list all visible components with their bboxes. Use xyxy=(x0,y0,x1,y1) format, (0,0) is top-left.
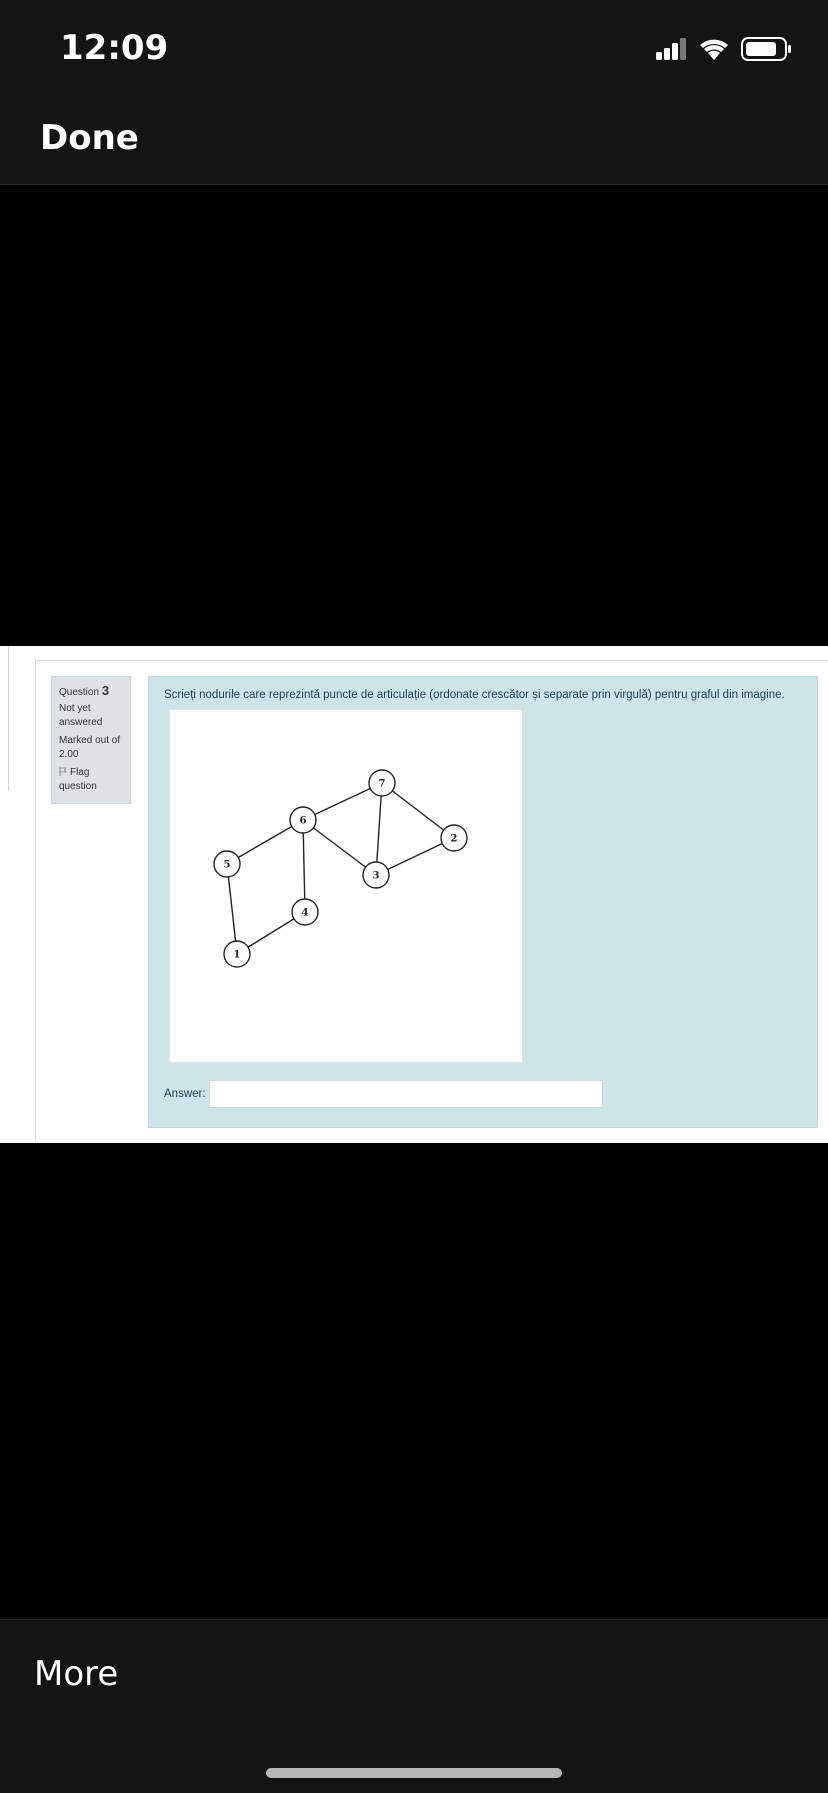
question-content: Scrieți nodurile care reprezintă puncte … xyxy=(148,676,818,1128)
graph-node-5: 5 xyxy=(213,850,241,878)
more-button[interactable]: More xyxy=(34,1654,118,1694)
graph-edge-7-3 xyxy=(375,782,383,876)
graph-edge-4-6 xyxy=(302,819,306,913)
graph-node-label: 7 xyxy=(379,779,386,790)
graph-node-label: 6 xyxy=(300,816,307,827)
question-heading: Question 3 xyxy=(59,683,123,698)
home-indicator xyxy=(266,1768,562,1778)
graph-node-2: 2 xyxy=(440,824,468,852)
flag-question-link[interactable]: Flag question xyxy=(59,766,123,794)
graph-node-label: 5 xyxy=(224,860,231,871)
question-marks: Marked out of 2.00 xyxy=(59,735,121,760)
flag-icon xyxy=(59,767,67,776)
nav-bar: Done xyxy=(0,96,828,185)
wifi-icon xyxy=(700,39,728,60)
graph-node-label: 3 xyxy=(373,871,380,882)
question-number: 3 xyxy=(101,683,110,698)
quiz-screenshot: Question 3 Not yet answered Marked out o… xyxy=(0,646,828,1143)
question-state: Not yet answered xyxy=(59,703,103,728)
graph-node-1: 1 xyxy=(223,940,251,968)
question-info-panel: Question 3 Not yet answered Marked out o… xyxy=(51,676,131,804)
bottom-bar: More xyxy=(0,1619,828,1793)
status-icons xyxy=(656,37,791,61)
graph-node-label: 1 xyxy=(234,950,241,961)
graph-image: 1 2 3 4 5 6 7 xyxy=(169,709,523,1063)
done-button[interactable]: Done xyxy=(40,118,139,158)
graph-edges xyxy=(226,782,455,955)
graph-node-3: 3 xyxy=(362,861,390,889)
graph-diagram: 1 2 3 4 5 6 7 xyxy=(213,769,468,968)
clock-time: 12:09 xyxy=(60,28,169,68)
status-bar: 12:09 xyxy=(0,0,828,96)
graph-node-label: 2 xyxy=(451,834,458,845)
cellular-signal-icon xyxy=(656,38,686,60)
graph-node-7: 7 xyxy=(368,769,396,797)
graph-node-4: 4 xyxy=(291,898,319,926)
graph-edge-6-3 xyxy=(302,819,377,876)
graph-nodes: 1 2 3 4 5 6 7 xyxy=(213,769,468,968)
battery-icon xyxy=(741,37,791,61)
graph-node-6: 6 xyxy=(289,806,317,834)
answer-input[interactable] xyxy=(209,1080,603,1108)
question-text: Scrieți nodurile care reprezintă puncte … xyxy=(164,689,785,701)
graph-node-label: 4 xyxy=(302,908,309,919)
answer-label: Answer: xyxy=(164,1088,206,1100)
left-panel-edge xyxy=(0,646,9,791)
question-title: Question xyxy=(59,687,100,698)
